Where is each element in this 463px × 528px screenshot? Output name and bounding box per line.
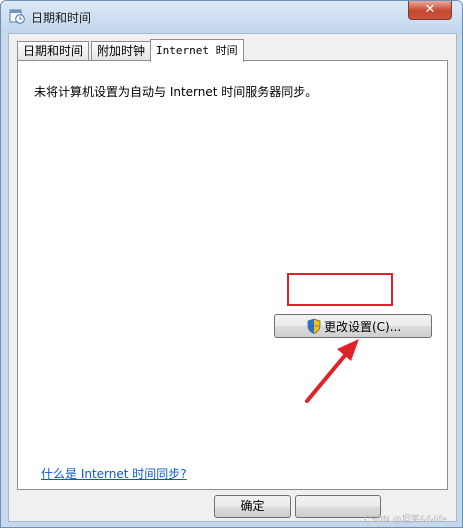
date-time-dialog: 日期和时间 ✕ 日期和时间 附加时钟 Internet 时间 未将计算机设置为自… <box>0 0 463 528</box>
title-bar[interactable]: 日期和时间 ✕ <box>1 1 462 33</box>
internet-time-panel: 未将计算机设置为自动与 Internet 时间服务器同步。 更改设置(C)...… <box>17 60 448 490</box>
ok-button[interactable]: 确定 <box>214 495 291 518</box>
clock-calendar-icon <box>9 9 25 24</box>
internet-time-help-link[interactable]: 什么是 Internet 时间同步? <box>41 465 187 482</box>
close-icon: ✕ <box>424 2 436 17</box>
tab-date-time[interactable]: 日期和时间 <box>17 41 90 61</box>
window-title: 日期和时间 <box>31 11 92 25</box>
tab-additional-clocks[interactable]: 附加时钟 <box>91 41 152 61</box>
sync-status-text: 未将计算机设置为自动与 Internet 时间服务器同步。 <box>34 85 318 99</box>
tab-internet-time[interactable]: Internet 时间 <box>150 39 244 62</box>
pointer-arrow-icon <box>305 339 359 403</box>
watermark: CSDN @坦笑&&life <box>364 515 448 525</box>
dialog-client-area: 日期和时间 附加时钟 Internet 时间 未将计算机设置为自动与 Inter… <box>8 33 457 522</box>
close-button[interactable]: ✕ <box>408 1 452 20</box>
